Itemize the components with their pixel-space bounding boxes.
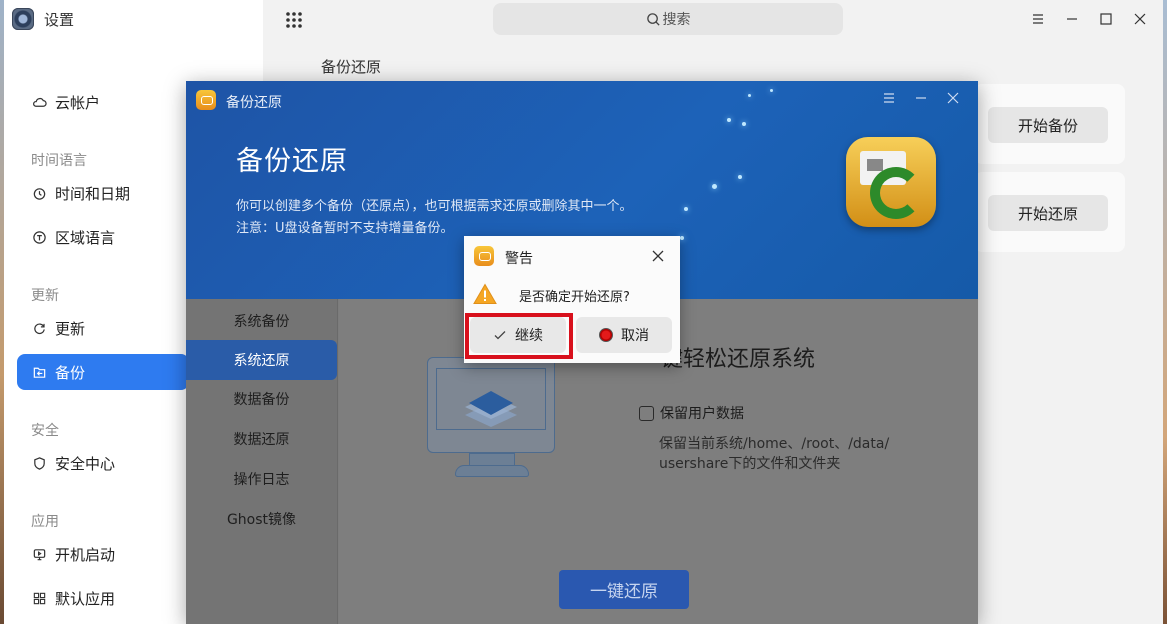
maximize-icon[interactable]	[1097, 8, 1115, 30]
backup-nav-data-backup[interactable]: 数据备份	[186, 379, 337, 419]
breadcrumb: 备份还原	[321, 58, 382, 76]
dialog-app-icon	[474, 246, 494, 266]
sidebar-item-label: 更新	[55, 319, 86, 338]
decor-dot	[742, 122, 746, 126]
record-icon	[599, 328, 613, 342]
close-icon[interactable]	[1131, 8, 1149, 30]
sidebar-item-label: 安全中心	[55, 454, 116, 473]
layers-icon	[465, 391, 517, 427]
shield-icon	[31, 455, 47, 471]
sidebar-item-backup[interactable]: 备份	[17, 354, 189, 390]
backup-nav-ghost-image[interactable]: Ghost镜像	[186, 499, 337, 539]
decor-dot	[748, 94, 751, 97]
backup-nav-system-backup[interactable]: 系统备份	[186, 301, 337, 341]
backup-description: 你可以创建多个备份（还原点），也可根据需求还原或删除其中一个。	[236, 199, 633, 214]
one-click-restore-button[interactable]: 一键还原	[559, 570, 689, 609]
cloud-icon	[31, 94, 47, 110]
sidebar-item-security-center[interactable]: 安全中心	[17, 445, 189, 481]
sidebar-item-label: 备份	[55, 363, 86, 382]
monitor-base	[455, 465, 529, 477]
backup-note: 注意：U盘设备暂时不支持增量备份。	[236, 221, 454, 236]
settings-app-header: 设置	[12, 8, 74, 30]
window-controls	[1029, 8, 1149, 30]
backup-window-title: 备份还原	[226, 95, 282, 111]
restore-heading: 键轻松还原系统	[661, 347, 816, 372]
backup-nav-operation-log[interactable]: 操作日志	[186, 459, 337, 499]
menu-icon[interactable]	[1029, 8, 1047, 30]
backup-restore-logo	[846, 137, 936, 227]
keep-user-data-checkbox[interactable]	[639, 405, 654, 421]
close-icon[interactable]	[650, 248, 666, 264]
dialog-message: 是否确定开始还原?	[519, 290, 630, 305]
dialog-title: 警告	[505, 251, 533, 267]
decor-dot	[738, 175, 742, 179]
start-restore-button[interactable]: 开始还原	[988, 195, 1108, 231]
cancel-button[interactable]: 取消	[576, 317, 672, 353]
sidebar-item-default-apps[interactable]: 默认应用	[17, 580, 189, 616]
refresh-icon	[31, 320, 47, 336]
search-input[interactable]: 搜索	[493, 3, 843, 35]
decor-dot	[770, 89, 773, 92]
apps-grid-icon	[31, 590, 47, 606]
decor-dot	[680, 236, 684, 240]
sidebar-item-label: 云帐户	[55, 93, 101, 112]
backup-heading: 备份还原	[236, 146, 348, 177]
settings-app-title: 设置	[44, 10, 75, 29]
continue-highlight-box	[465, 313, 573, 359]
settings-app-icon	[12, 8, 34, 30]
startup-icon	[31, 546, 47, 562]
search-icon	[646, 12, 660, 26]
sidebar-item-label: 开机启动	[55, 545, 116, 564]
backup-nav-data-restore[interactable]: 数据还原	[186, 419, 337, 459]
cancel-label: 取消	[621, 328, 649, 344]
keep-user-data-hint-line1: 保留当前系统/home、/root、/data/	[659, 436, 890, 452]
decor-dot	[712, 184, 717, 189]
keep-user-data-label: 保留用户数据	[660, 406, 744, 422]
menu-icon[interactable]	[882, 91, 896, 109]
backup-nav: 系统备份 系统还原 数据备份 数据还原 操作日志 Ghost镜像	[186, 299, 338, 624]
sidebar-item-cloud-account[interactable]: 云帐户	[17, 84, 189, 120]
desktop-wallpaper-right	[1163, 0, 1167, 624]
sidebar-group-update: 更新	[31, 288, 59, 304]
warning-icon	[473, 283, 497, 304]
sidebar-item-label: 时间和日期	[55, 184, 131, 203]
backup-window-controls	[882, 91, 960, 109]
sidebar-item-time-date[interactable]: 时间和日期	[17, 175, 189, 211]
minimize-icon[interactable]	[1063, 8, 1081, 30]
grid-menu-icon[interactable]	[284, 10, 304, 30]
backup-icon	[31, 364, 47, 380]
sidebar-item-update[interactable]: 更新	[17, 310, 189, 346]
sidebar-item-label: 区域语言	[55, 228, 116, 247]
close-icon[interactable]	[946, 91, 960, 109]
language-icon	[31, 229, 47, 245]
decor-dot	[684, 207, 688, 211]
keep-user-data-option[interactable]: 保留用户数据	[639, 403, 744, 423]
sidebar-item-region-language[interactable]: 区域语言	[17, 219, 189, 255]
keep-user-data-hint-line2: usershare下的文件和文件夹	[659, 456, 841, 472]
start-backup-button[interactable]: 开始备份	[988, 107, 1108, 143]
clock-icon	[31, 185, 47, 201]
sidebar-item-startup[interactable]: 开机启动	[17, 536, 189, 572]
sidebar-group-time-language: 时间语言	[31, 153, 87, 169]
decor-dot	[727, 118, 731, 122]
sidebar-group-apps: 应用	[31, 514, 59, 530]
minimize-icon[interactable]	[914, 91, 928, 109]
search-placeholder: 搜索	[662, 12, 691, 28]
sidebar-item-label: 默认应用	[55, 589, 116, 608]
backup-app-icon	[196, 90, 216, 110]
backup-nav-system-restore[interactable]: 系统还原	[186, 340, 337, 380]
sidebar-group-security: 安全	[31, 423, 59, 439]
